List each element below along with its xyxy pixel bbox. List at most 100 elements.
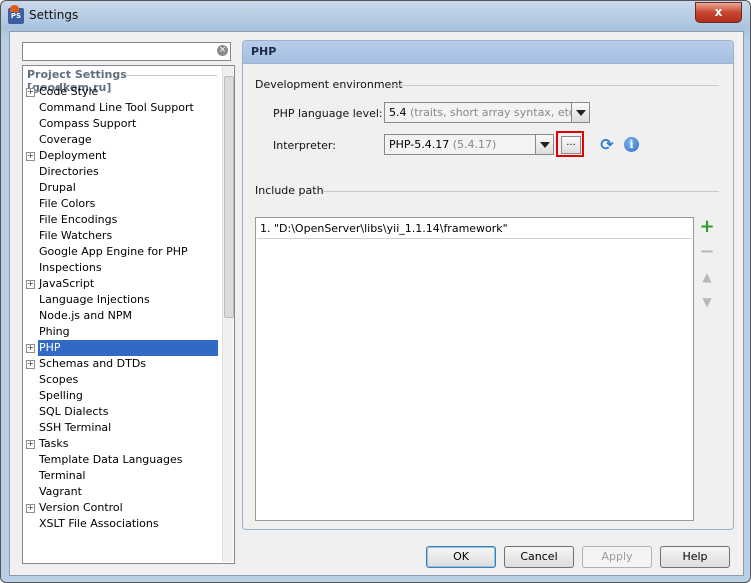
tree-item[interactable]: File Encodings [23, 212, 234, 228]
expand-icon[interactable]: + [26, 88, 35, 97]
dev-env-divider [389, 85, 719, 86]
tree-item[interactable]: + PHP [23, 340, 234, 356]
php-level-value: 5.4 [389, 106, 407, 119]
tree-item-label: Vagrant [39, 485, 82, 498]
tree-item[interactable]: Node.js and NPM [23, 308, 234, 324]
ok-button[interactable]: OK [426, 546, 496, 568]
tree-item-label: Node.js and NPM [39, 309, 133, 322]
tree-item-label: XSLT File Associations [39, 517, 159, 530]
tree-item[interactable]: Spelling [23, 388, 234, 404]
tree-item-label: Directories [39, 165, 99, 178]
tree-item[interactable]: + Tasks [23, 436, 234, 452]
phpstorm-icon: PS [8, 5, 24, 24]
expand-icon[interactable]: + [26, 152, 35, 161]
cancel-button[interactable]: Cancel [504, 546, 574, 568]
tree-item[interactable]: + Code Style [23, 84, 234, 100]
interpreter-value: PHP-5.4.17 [389, 138, 450, 151]
tree-item[interactable]: Language Injections [23, 292, 234, 308]
chevron-down-icon[interactable] [535, 135, 553, 154]
title-bar[interactable]: PS Settings x [1, 1, 750, 31]
tree-item[interactable]: Vagrant [23, 484, 234, 500]
interpreter-combo[interactable]: PHP-5.4.17 (5.4.17) [384, 134, 554, 155]
expand-icon[interactable]: + [26, 280, 35, 289]
dialog-body: × Project Settings [goodkom.ru] + Code St… [9, 31, 744, 576]
tree-item[interactable]: Template Data Languages [23, 452, 234, 468]
tree-item[interactable]: Scopes [23, 372, 234, 388]
expand-icon[interactable]: + [26, 344, 35, 353]
browse-highlight: ... [556, 131, 584, 157]
tree-item-label: JavaScript [39, 277, 95, 290]
tree-item-label: SSH Terminal [39, 421, 112, 434]
tree-item-label: Compass Support [39, 117, 137, 130]
minus-icon[interactable]: − [699, 243, 715, 261]
tree-item-label: File Watchers [39, 229, 113, 242]
refresh-icon[interactable]: ⟳ [599, 137, 615, 153]
tree-item-label: Deployment [39, 149, 107, 162]
tree-item[interactable]: Terminal [23, 468, 234, 484]
settings-tree[interactable]: Project Settings [goodkom.ru] + Code Styl… [22, 65, 235, 564]
window-title: Settings [29, 8, 79, 22]
tree-item-label: Version Control [39, 501, 123, 514]
info-icon[interactable]: i [624, 137, 639, 152]
tree-item-label: Spelling [39, 389, 83, 402]
tree-item-label: SQL Dialects [39, 405, 109, 418]
tree-item[interactable]: SSH Terminal [23, 420, 234, 436]
php-level-label: PHP language level: [273, 107, 383, 120]
settings-window: PS Settings x × Project Settings [goodko… [0, 0, 751, 583]
tree-item-label: Drupal [39, 181, 76, 194]
tree-item[interactable]: Coverage [23, 132, 234, 148]
include-path-row[interactable]: 1. "D:\OpenServer\libs\yii_1.1.14\framew… [257, 219, 692, 239]
tree-scrollbar[interactable] [222, 66, 234, 562]
tree-item[interactable]: + Version Control [23, 500, 234, 516]
include-path-section-title: Include path [255, 184, 324, 197]
tree-item[interactable]: + Deployment [23, 148, 234, 164]
tree-item-label: Template Data Languages [39, 453, 183, 466]
apply-button[interactable]: Apply [582, 546, 652, 568]
tree-item-label: Tasks [39, 437, 69, 450]
expand-icon[interactable]: + [26, 360, 35, 369]
tree-item-label: Language Injections [39, 293, 150, 306]
arrow-down-icon[interactable]: ▼ [699, 294, 715, 310]
tree-item[interactable]: Phing [23, 324, 234, 340]
tree-item-label: File Colors [39, 197, 96, 210]
arrow-up-icon[interactable]: ▲ [699, 269, 715, 285]
tree-item[interactable]: Inspections [23, 260, 234, 276]
plus-icon[interactable]: + [699, 218, 715, 236]
clear-icon[interactable]: × [217, 45, 228, 56]
panel-header: PHP [243, 41, 733, 64]
tree-item[interactable]: Directories [23, 164, 234, 180]
interpreter-label: Interpreter: [273, 139, 336, 152]
tree-item[interactable]: Drupal [23, 180, 234, 196]
help-button[interactable]: Help [660, 546, 730, 568]
tree-item[interactable]: SQL Dialects [23, 404, 234, 420]
tree-item[interactable]: Google App Engine for PHP [23, 244, 234, 260]
tree-item[interactable]: Compass Support [23, 116, 234, 132]
tree-item-label: Google App Engine for PHP [39, 245, 188, 258]
tree-item-label: Inspections [39, 261, 102, 274]
tree-item-label: Coverage [39, 133, 92, 146]
tree-item-label: Command Line Tool Support [39, 101, 194, 114]
interpreter-version: (5.4.17) [449, 138, 497, 151]
settings-search-field[interactable]: × [22, 42, 231, 61]
tree-item-label: Phing [39, 325, 70, 338]
tree-item[interactable]: + Schemas and DTDs [23, 356, 234, 372]
php-level-combo[interactable]: 5.4 (traits, short array syntax, etc.) [384, 102, 590, 123]
tree-item[interactable]: File Colors [23, 196, 234, 212]
expand-icon[interactable]: + [26, 440, 35, 449]
php-settings-panel: PHP Development environment PHP language… [242, 40, 734, 530]
tree-item-label: Code Style [39, 85, 99, 98]
tree-item[interactable]: Command Line Tool Support [23, 100, 234, 116]
tree-items: + Code Style Command Line Tool Support Comp… [23, 84, 234, 532]
expand-icon[interactable]: + [26, 504, 35, 513]
tree-item-label: Terminal [39, 469, 86, 482]
tree-item[interactable]: XSLT File Associations [23, 516, 234, 532]
close-button[interactable]: x [695, 2, 742, 23]
tree-scrollbar-thumb[interactable] [224, 76, 234, 318]
panel-title: PHP [251, 45, 277, 58]
tree-item[interactable]: + JavaScript [23, 276, 234, 292]
php-level-desc: (traits, short array syntax, etc.) [406, 106, 583, 119]
browse-interpreter-button[interactable]: ... [561, 136, 581, 154]
include-path-list[interactable]: 1. "D:\OpenServer\libs\yii_1.1.14\framew… [255, 217, 694, 521]
tree-item[interactable]: File Watchers [23, 228, 234, 244]
chevron-down-icon[interactable] [571, 103, 589, 122]
